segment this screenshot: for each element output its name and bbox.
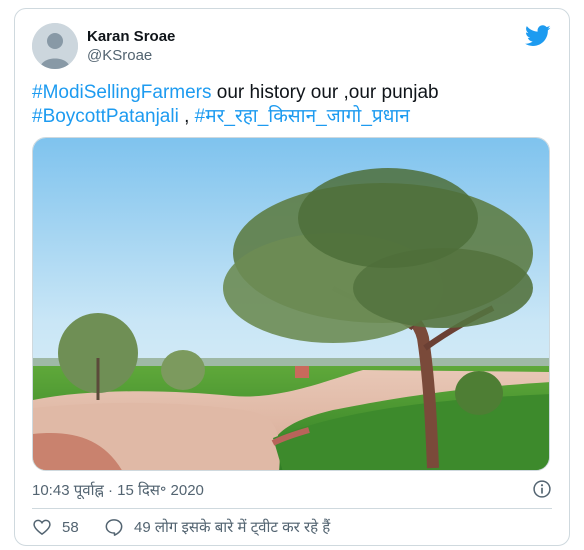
speech-bubble-icon (105, 519, 123, 536)
hashtag-mar-raha-kisan[interactable]: #मर_रहा_किसान_जागो_प्रधान (195, 106, 410, 127)
author-name[interactable]: Karan Sroae (87, 27, 175, 46)
tweet-actions: 58 49 लोग इसके बारे में ट्वीट कर रहे हैं (32, 517, 552, 541)
info-icon[interactable] (532, 479, 552, 499)
default-avatar-icon (32, 23, 78, 69)
like-button[interactable]: 58 (32, 517, 79, 537)
tweet-photo[interactable] (32, 137, 550, 471)
tweet-text-part-1: our history our ,our punjab (211, 82, 439, 103)
tweet-text-part-2: , (178, 106, 195, 127)
like-count: 58 (62, 518, 79, 536)
author-block[interactable]: Karan Sroae @KSroae (87, 27, 175, 65)
hashtag-boycottpatanjali[interactable]: #BoycottPatanjali (32, 106, 179, 127)
tweet-text: #ModiSellingFarmers our history our ,our… (32, 81, 552, 129)
author-handle[interactable]: @KSroae (87, 46, 175, 65)
avatar[interactable] (32, 23, 78, 69)
tweet-timestamp[interactable]: 10:43 पूर्वाह्न · 15 दिस॰ 2020 (32, 480, 204, 500)
conversation-text: 49 लोग इसके बारे में ट्वीट कर रहे हैं (134, 519, 331, 536)
twitter-bird-icon[interactable] (525, 25, 551, 47)
tweet-card[interactable]: Karan Sroae @KSroae #ModiSellingFarmers … (14, 8, 570, 546)
heart-icon (33, 519, 51, 536)
tree-field-photo (33, 138, 549, 470)
hashtag-modisellingfarmers[interactable]: #ModiSellingFarmers (32, 82, 212, 103)
conversation-button[interactable]: 49 लोग इसके बारे में ट्वीट कर रहे हैं (104, 517, 330, 537)
tweet-meta: 10:43 पूर्वाह्न · 15 दिस॰ 2020 (32, 477, 552, 501)
divider (32, 508, 552, 509)
